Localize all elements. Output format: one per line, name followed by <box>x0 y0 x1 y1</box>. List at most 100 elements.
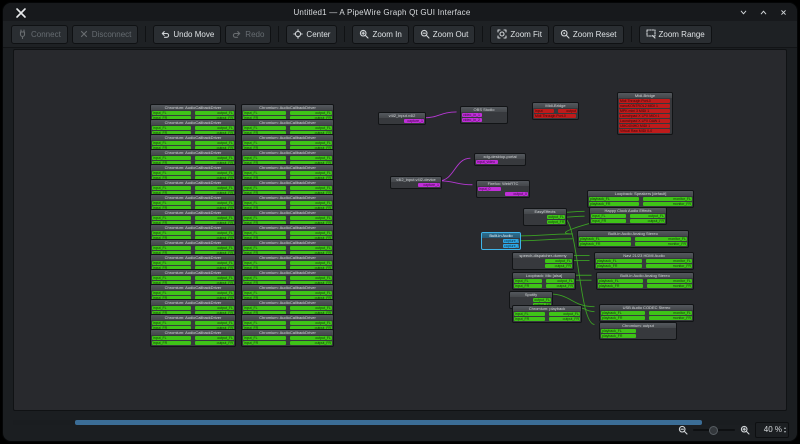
toolbar-button-zoom-range[interactable]: Zoom Range <box>639 25 712 44</box>
node-port[interactable]: input_FL <box>243 246 286 250</box>
node-port[interactable]: playback_FR <box>601 316 645 320</box>
node-port[interactable]: output_FL <box>195 216 234 220</box>
node-port[interactable]: output_FL <box>195 126 234 130</box>
node-port[interactable]: output_FL <box>195 336 234 340</box>
graph-node[interactable]: v4l2_input.v4l2-devicecapture_1 <box>390 176 442 189</box>
graph-node[interactable]: xdg-desktop-portalinput_video <box>474 153 526 166</box>
node-port[interactable]: output_FL <box>290 156 333 160</box>
node-port[interactable]: output_FL <box>195 141 234 145</box>
graph-node[interactable]: USB Audio CODEC Stereoplayback_FLmonitor… <box>599 304 694 322</box>
graph-node[interactable]: Built-in Audio Analog Stereoplayback_FLm… <box>596 272 694 290</box>
node-port[interactable]: UMC404HD MIDI 1 <box>619 124 670 128</box>
node-port[interactable]: output_FL <box>290 126 333 130</box>
node-port[interactable]: input_FL <box>591 214 626 218</box>
node-port[interactable]: output_FR <box>545 264 572 268</box>
node-port[interactable]: monitor_FL <box>643 197 693 201</box>
node-port[interactable]: output_FL <box>290 321 333 325</box>
node-port[interactable]: input_FL <box>243 336 286 340</box>
zoom-out-button[interactable] <box>677 424 689 436</box>
node-port[interactable]: capture_FR <box>503 244 519 248</box>
node-port[interactable]: playback_FR <box>596 264 642 268</box>
node-port[interactable]: input <box>534 109 554 113</box>
node-port[interactable]: Launchpad X LPX DAW 1 <box>619 119 670 123</box>
graph-node[interactable]: Loopback: Mic [alsa]input_FLoutput_FLinp… <box>512 272 576 290</box>
zoom-slider[interactable] <box>693 425 735 435</box>
toolbar-button-zoom-fit[interactable]: Zoom Fit <box>490 25 549 44</box>
node-port[interactable]: Virtual Raw MIDI 0-0 <box>619 129 670 133</box>
graph-node[interactable]: OBS Studiovideo_in_1video_in_2 <box>460 106 508 124</box>
node-port[interactable]: output_0 <box>505 192 528 196</box>
node-port[interactable]: Launchpad X LPX MIDI 1 <box>619 114 670 118</box>
node-port[interactable]: playback_FL <box>601 311 645 315</box>
toolbar-button-zoom-out[interactable]: Zoom Out <box>413 25 476 44</box>
node-port[interactable]: playback_FL <box>596 259 642 263</box>
node-port[interactable]: output_FL <box>195 276 234 280</box>
node-port[interactable]: monitor_FR <box>635 242 687 246</box>
node-port[interactable]: input_FL <box>152 306 191 310</box>
node-port[interactable]: output_FL <box>195 246 234 250</box>
zoom-slider-handle[interactable] <box>709 426 718 435</box>
graph-node[interactable]: EasyEffectsoutput_FLoutput_FR <box>523 208 567 226</box>
node-port[interactable]: input_FL <box>243 216 286 220</box>
graph-node[interactable]: Firefox: WebRTCinput_0output_0 <box>476 180 530 198</box>
node-port[interactable]: input_FL <box>243 291 286 295</box>
node-port[interactable]: monitor_FR <box>649 316 693 320</box>
node-port[interactable]: output_FL <box>195 171 234 175</box>
node-port[interactable]: output_FL <box>290 186 333 190</box>
node-port[interactable]: input_FL <box>152 291 191 295</box>
node-port[interactable]: input_FL <box>243 126 286 130</box>
node-port[interactable]: playback_FR <box>579 242 631 246</box>
node-port[interactable]: output_FL <box>195 291 234 295</box>
node-port[interactable]: input_FR <box>514 317 545 321</box>
node-port[interactable]: Midi Through Port-0 <box>534 114 576 118</box>
toolbar-button-zoom-reset[interactable]: Zoom Reset <box>553 25 624 44</box>
node-port[interactable]: monitor_FR <box>643 202 693 206</box>
node-port[interactable]: output_FL <box>290 291 333 295</box>
graph-node[interactable]: Midi-BridgeMidi Through Port-0nanoKONTRO… <box>617 92 673 135</box>
toolbar-button-undo-move[interactable]: Undo Move <box>153 25 221 44</box>
node-port[interactable]: output_FL <box>195 156 234 160</box>
node-port[interactable]: input_FL <box>152 246 191 250</box>
node-port[interactable]: input_FL <box>152 216 191 220</box>
node-port[interactable]: monitor_FL <box>646 259 692 263</box>
node-port[interactable]: MPK mini 3 MIDI 1 <box>619 109 670 113</box>
node-port[interactable]: output_FL <box>290 276 333 280</box>
node-port[interactable]: input_FL <box>152 141 191 145</box>
node-port[interactable]: playback_FL <box>579 237 631 241</box>
node-port[interactable]: playback_FL <box>601 329 636 333</box>
node-port[interactable]: output_FL <box>290 261 333 265</box>
node-port[interactable]: input_FL <box>243 306 286 310</box>
graph-node[interactable]: Loopback: Speakers [default]playback_FLm… <box>587 190 694 208</box>
node-port[interactable]: output_FL <box>290 141 333 145</box>
node-port[interactable]: input_FL <box>243 261 286 265</box>
node-port[interactable]: input_FL <box>243 276 286 280</box>
node-port[interactable]: output_FL <box>195 231 234 235</box>
node-port[interactable]: monitor_FR <box>647 284 692 288</box>
node-port[interactable]: output_FR <box>547 220 565 224</box>
graph-node[interactable]: Happy Clock Audio Effectsinput_FLoutput_… <box>589 207 667 225</box>
graph-node[interactable]: Chromium: outputplayback_FLplayback_FR <box>599 322 677 340</box>
node-port[interactable]: input_FR <box>152 341 191 345</box>
node-port[interactable]: monitor_FL <box>635 237 687 241</box>
node-port[interactable]: output_FL <box>290 216 333 220</box>
node-port[interactable]: output_FL <box>290 171 333 175</box>
node-port[interactable]: output_FL <box>290 111 333 115</box>
toolbar-button-zoom-in[interactable]: Zoom In <box>352 25 408 44</box>
node-port[interactable]: input_FL <box>243 231 286 235</box>
zoom-spinbox[interactable]: 40 % ▴ ▾ <box>755 422 789 438</box>
graph-node[interactable]: Midi-BridgeinputoutputMidi Through Port-… <box>532 102 579 120</box>
node-port[interactable]: output_FL <box>549 312 580 316</box>
graph-canvas[interactable]: Chromium: AudioCallbackDriverinput_FLout… <box>13 49 787 411</box>
horizontal-scrollbar-thumb[interactable] <box>75 420 702 425</box>
node-port[interactable]: input_FL <box>152 111 191 115</box>
node-port[interactable]: output_FL <box>290 306 333 310</box>
graph-node[interactable]: v4l2_input.v4l2capture_1 <box>378 112 426 125</box>
node-port[interactable]: output_FL <box>290 246 333 250</box>
node-port[interactable]: playback_FL <box>589 197 639 201</box>
graph-node[interactable]: Chromium: AudioCallbackDriverinput_FLout… <box>150 329 236 347</box>
graph-node[interactable]: Chromium: AudioCallbackDriverinput_FLout… <box>241 329 334 347</box>
node-port[interactable]: input_FR <box>591 219 626 223</box>
node-port[interactable]: output <box>558 109 578 113</box>
node-port[interactable]: input_FL <box>243 156 286 160</box>
node-port[interactable]: input_FL <box>243 171 286 175</box>
